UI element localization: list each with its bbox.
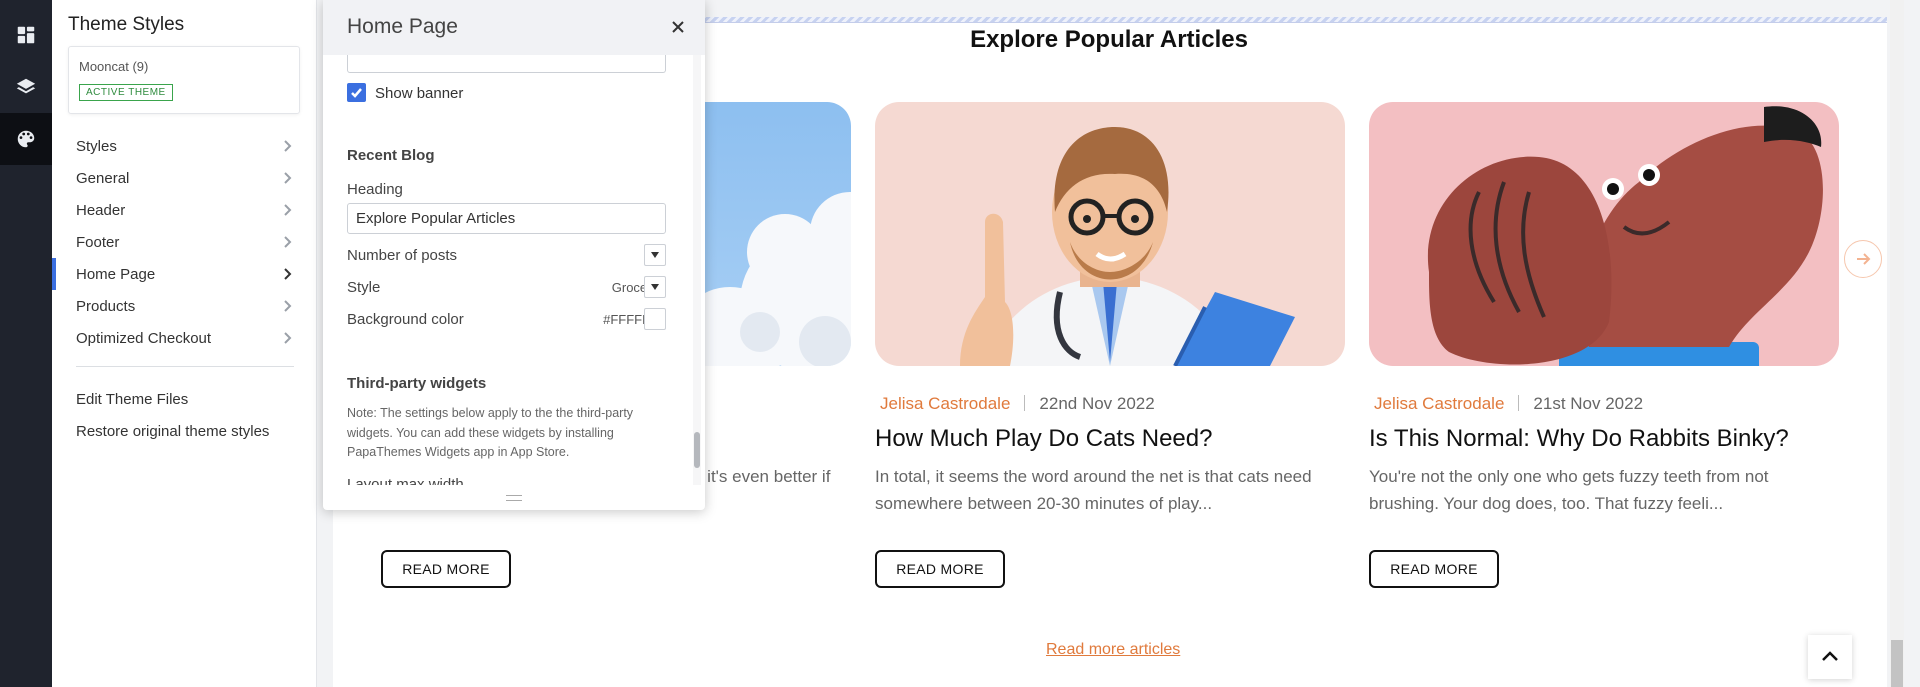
checkmark-icon xyxy=(351,88,362,98)
read-more-articles-link[interactable]: Read more articles xyxy=(1046,641,1180,659)
page-scrollbar[interactable] xyxy=(1890,0,1904,687)
read-more-button[interactable]: READ MORE xyxy=(1369,550,1499,588)
sidebar-item-label: Home Page xyxy=(76,265,156,283)
edit-theme-files-link[interactable]: Edit Theme Files xyxy=(76,391,188,408)
sidebar-item-label: General xyxy=(76,169,130,187)
sidebar-item-styles[interactable]: Styles xyxy=(52,130,317,162)
heading-input[interactable] xyxy=(347,203,666,234)
chevron-right-icon xyxy=(279,234,295,250)
section-title: Explore Popular Articles xyxy=(970,26,1248,53)
sidebar-item-header[interactable]: Header xyxy=(52,194,317,226)
number-of-posts-label: Number of posts xyxy=(347,247,458,264)
back-to-top-button[interactable] xyxy=(1808,635,1852,679)
panel-title: Home Page xyxy=(347,15,458,38)
chevron-right-icon xyxy=(279,266,295,282)
home-page-settings-panel: Home Page Show banner Recent Blog Headin… xyxy=(323,0,705,510)
post-title[interactable]: Is This Normal: Why Do Rabbits Binky? xyxy=(1369,425,1789,453)
theme-styles-sidebar: Theme Styles Mooncat (9) ACTIVE THEME St… xyxy=(52,0,317,687)
chevron-right-icon xyxy=(279,202,295,218)
sidebar-item-optimized-checkout[interactable]: Optimized Checkout xyxy=(52,322,317,354)
caret-down-icon xyxy=(651,284,659,290)
style-dropdown-button[interactable] xyxy=(644,276,666,298)
post-meta: Jelisa Castrodale 22nd Nov 2022 xyxy=(880,394,1155,414)
post-excerpt: d it's even better if xyxy=(693,467,831,486)
sidebar-item-home-page[interactable]: Home Page xyxy=(52,258,317,290)
heading-field-label: Heading xyxy=(347,181,403,198)
layout-max-width-label: Layout max width xyxy=(347,476,464,485)
style-label: Style xyxy=(347,279,381,296)
post-excerpt: In total, it seems the word around the n… xyxy=(875,467,1312,513)
sidebar-item-label: Products xyxy=(76,297,136,315)
chevron-right-icon xyxy=(279,330,295,346)
background-color-swatch[interactable] xyxy=(644,308,666,330)
sidebar-divider xyxy=(76,366,294,367)
sidebar-nav: Styles General Header Footer Home Page P… xyxy=(52,130,317,354)
third-party-note: Note: The settings below apply to the th… xyxy=(347,406,634,459)
caret-down-icon xyxy=(651,252,659,258)
sidebar-item-label: Header xyxy=(76,201,126,219)
doctor-illustration xyxy=(960,127,1295,366)
arrow-right-icon xyxy=(1857,253,1871,265)
close-button[interactable] xyxy=(667,16,689,38)
read-more-button[interactable]: READ MORE xyxy=(875,550,1005,588)
post-meta: Jelisa Castrodale 21st Nov 2022 xyxy=(1374,394,1643,414)
post-author[interactable]: Jelisa Castrodale xyxy=(1374,394,1504,413)
app-icon-rail xyxy=(0,0,52,687)
slider-next-button[interactable] xyxy=(1844,240,1882,278)
close-icon xyxy=(672,21,684,33)
truncated-input-field[interactable] xyxy=(347,55,666,73)
post-image-2[interactable] xyxy=(875,102,1345,366)
fluffy-dog-illustration xyxy=(1427,106,1823,366)
post-excerpt: You're not the only one who gets fuzzy t… xyxy=(1369,467,1769,513)
third-party-widgets-heading: Third-party widgets xyxy=(347,375,487,392)
panel-scrollbar[interactable] xyxy=(693,55,701,485)
post-title[interactable]: How Much Play Do Cats Need? xyxy=(875,425,1212,453)
sidebar-item-general[interactable]: General xyxy=(52,162,317,194)
sidebar-item-label: Optimized Checkout xyxy=(76,329,212,347)
page-scrollbar-thumb[interactable] xyxy=(1891,640,1903,687)
show-banner-label[interactable]: Show banner xyxy=(375,85,463,102)
sidebar-item-label: Styles xyxy=(76,137,117,155)
meta-separator xyxy=(1024,395,1026,411)
active-theme-card: Mooncat (9) ACTIVE THEME xyxy=(68,46,300,114)
active-theme-badge: ACTIVE THEME xyxy=(79,84,173,101)
post-image-3[interactable] xyxy=(1369,102,1839,366)
sidebar-item-label: Footer xyxy=(76,233,120,251)
meta-separator xyxy=(1518,395,1520,411)
post-date: 21st Nov 2022 xyxy=(1533,394,1644,413)
panel-header: Home Page xyxy=(323,0,705,55)
sidebar-item-products[interactable]: Products xyxy=(52,290,317,322)
chevron-right-icon xyxy=(279,138,295,154)
post-date: 22nd Nov 2022 xyxy=(1039,394,1155,413)
palette-icon[interactable] xyxy=(0,113,52,165)
sidebar-item-footer[interactable]: Footer xyxy=(52,226,317,258)
theme-name: Mooncat (9) xyxy=(79,59,149,74)
resize-grip-icon[interactable] xyxy=(506,495,522,501)
layers-icon[interactable] xyxy=(0,61,52,113)
chevron-up-icon xyxy=(1822,651,1838,661)
panel-scrollbar-thumb[interactable] xyxy=(694,432,700,468)
background-color-label: Background color xyxy=(347,311,464,328)
chevron-right-icon xyxy=(279,298,295,314)
post-author[interactable]: Jelisa Castrodale xyxy=(880,394,1010,413)
recent-blog-heading: Recent Blog xyxy=(347,147,435,164)
chevron-right-icon xyxy=(279,170,295,186)
restore-theme-styles-link[interactable]: Restore original theme styles xyxy=(76,423,269,440)
panel-body: Show banner Recent Blog Heading Number o… xyxy=(323,55,693,485)
show-banner-checkbox[interactable] xyxy=(347,83,366,102)
read-more-button[interactable]: READ MORE xyxy=(381,550,511,588)
number-of-posts-dropdown-button[interactable] xyxy=(644,244,666,266)
